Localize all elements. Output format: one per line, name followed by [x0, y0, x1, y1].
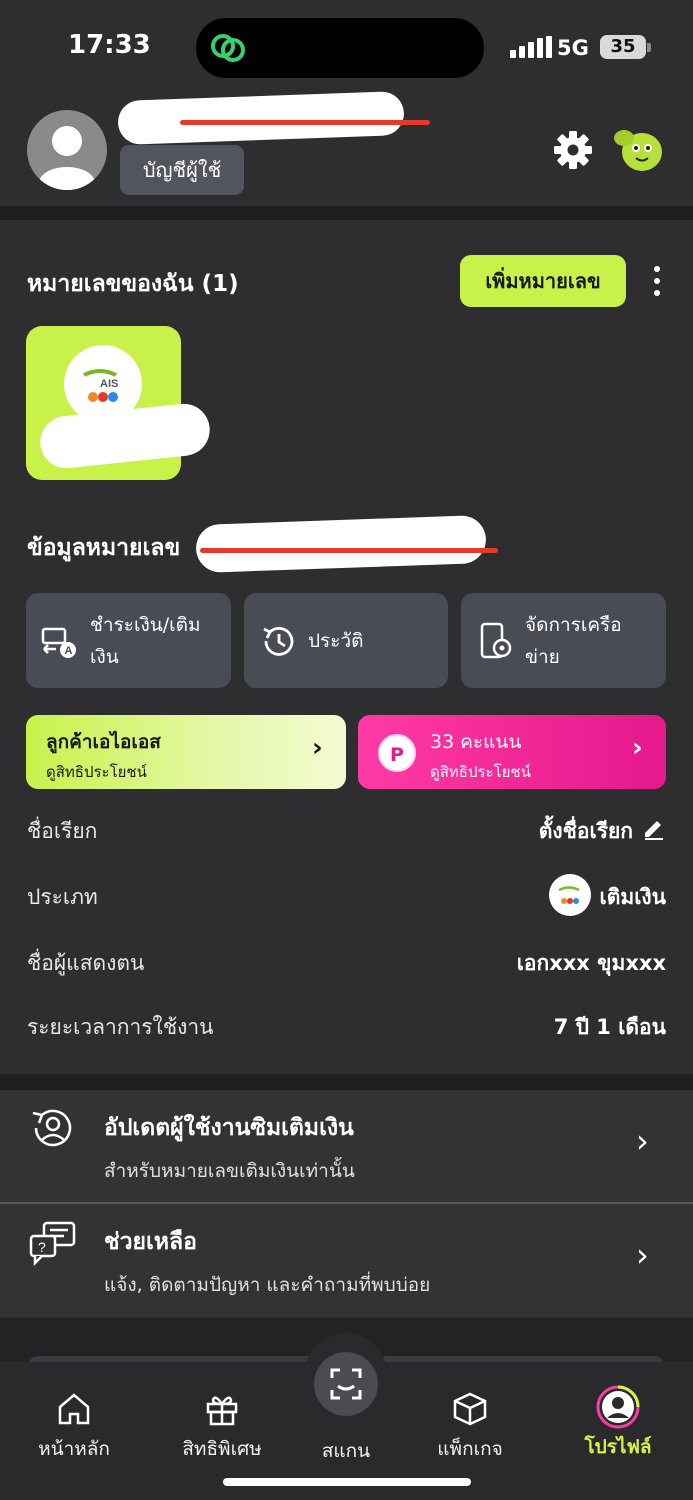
network-type: 5G [557, 36, 589, 60]
more-options-icon[interactable] [650, 266, 664, 296]
gift-icon [206, 1396, 238, 1426]
ais-logo-text: AIS [100, 378, 118, 390]
chevron-right-icon: › [632, 733, 643, 763]
ais-customer-card[interactable]: ลูกค้าเอไอเอส ดูสิทธิประโยชน์ › [26, 715, 346, 789]
home-indicator [223, 1478, 471, 1486]
history-label: ประวัติ [308, 629, 364, 652]
payment-topup-label-2: เงิน [90, 645, 119, 668]
redaction-scribble [200, 548, 498, 553]
home-icon [58, 1393, 90, 1425]
status-time: 17:33 [68, 30, 151, 60]
nav-privileges[interactable]: สิทธิพิเศษ [167, 1390, 277, 1464]
points-subtitle: ดูสิทธิประโยชน์ [430, 763, 531, 781]
scan-icon [330, 1368, 362, 1400]
nav-profile[interactable]: โปรไฟล์ [563, 1385, 673, 1462]
scan-button[interactable] [314, 1352, 378, 1416]
link-app-icon [211, 34, 245, 62]
svg-text:A: A [65, 645, 73, 657]
help-subtitle: แจ้ง, ติดตามปัญหา และคำถามที่พบบ่อย [104, 1274, 431, 1296]
number-info-title: ข้อมูลหมายเลข [27, 535, 181, 561]
registered-name-label: ชื่อผู้แสดงตน [27, 951, 145, 975]
battery-tip [647, 43, 651, 52]
redacted-number-heading [195, 514, 487, 574]
section-divider [0, 206, 693, 220]
nav-scan[interactable]: สแกน [291, 1436, 401, 1466]
chevron-right-icon: › [312, 733, 323, 763]
chevron-right-icon: › [636, 1122, 649, 1160]
add-number-button[interactable]: เพิ่มหมายเลข [460, 255, 626, 307]
nav-home-label: หน้าหลัก [38, 1438, 110, 1460]
usage-duration-label: ระยะเวลาการใช้งาน [27, 1015, 214, 1039]
ais-customer-title: ลูกค้าเอไอเอส [46, 731, 161, 753]
nav-home[interactable]: หน้าหลัก [19, 1390, 129, 1464]
user-refresh-icon [32, 1109, 72, 1147]
profile-icon [596, 1385, 640, 1429]
signal-strength-icon [510, 36, 552, 58]
history-button[interactable]: ประวัติ [244, 593, 448, 688]
svg-text:?: ? [38, 1239, 46, 1255]
network-settings-label-1: จัดการเครือ [525, 613, 622, 636]
help-chat-icon: ? [29, 1221, 76, 1266]
nav-packages[interactable]: แพ็กเกจ [415, 1390, 525, 1464]
update-prepaid-user-title: อัปเดตผู้ใช้งานซิมเติมเงิน [104, 1115, 354, 1141]
history-icon [263, 626, 294, 656]
redaction-scribble [180, 120, 430, 125]
registered-name-value: เอกxxx ขุมxxx [516, 951, 666, 975]
section-divider [0, 1074, 693, 1090]
nav-packages-label: แพ็กเกจ [437, 1438, 503, 1460]
ais-customer-subtitle: ดูสิทธิประโยชน์ [46, 763, 147, 781]
chevron-right-icon: › [636, 1236, 649, 1274]
profile-avatar[interactable] [27, 110, 107, 190]
battery-icon: 35 [600, 35, 646, 59]
payment-topup-button[interactable]: A ชำระเงิน/เติมเงิน [26, 593, 231, 688]
my-numbers-title: หมายเลขของฉัน (1) [27, 271, 239, 297]
network-settings-button[interactable]: จัดการเครือข่าย [461, 593, 666, 688]
payment-topup-label-1: ชำระเงิน/เติม [90, 613, 201, 636]
network-settings-label-2: ข่าย [525, 645, 560, 668]
type-value: เติมเงิน [599, 885, 666, 909]
account-chip[interactable]: บัญชีผู้ใช้ [120, 145, 244, 195]
points-title: 33 คะแนน [430, 731, 522, 753]
mascot-icon[interactable] [610, 124, 666, 174]
points-badge-icon: P [378, 734, 416, 772]
person-icon [39, 126, 95, 190]
type-label: ประเภท [27, 885, 98, 909]
nickname-label: ชื่อเรียก [27, 819, 98, 843]
help-item[interactable]: ? ช่วยเหลือ แจ้ง, ติดตามปัญหา และคำถามที… [0, 1204, 693, 1317]
nav-profile-label: โปรไฟล์ [584, 1436, 652, 1458]
gear-icon[interactable] [553, 130, 593, 170]
edit-pencil-icon[interactable] [642, 817, 666, 841]
ais-small-logo-icon [549, 874, 591, 916]
package-box-icon [453, 1392, 487, 1426]
update-prepaid-user-item[interactable]: อัปเดตผู้ใช้งานซิมเติมเงิน สำหรับหมายเลข… [0, 1090, 693, 1203]
nav-scan-label: สแกน [321, 1440, 371, 1462]
update-prepaid-user-subtitle: สำหรับหมายเลขเติมเงินเท่านั้น [104, 1160, 355, 1182]
payment-topup-icon: A [41, 627, 76, 658]
network-settings-icon [480, 622, 512, 658]
points-card[interactable]: P 33 คะแนน ดูสิทธิประโยชน์ › [358, 715, 666, 789]
set-nickname-button[interactable]: ตั้งชื่อเรียก [539, 815, 633, 848]
redacted-name [117, 91, 405, 145]
usage-duration-value: 7 ปี 1 เดือน [553, 1015, 666, 1039]
help-title: ช่วยเหลือ [104, 1229, 197, 1255]
nav-privileges-label: สิทธิพิเศษ [182, 1438, 262, 1460]
